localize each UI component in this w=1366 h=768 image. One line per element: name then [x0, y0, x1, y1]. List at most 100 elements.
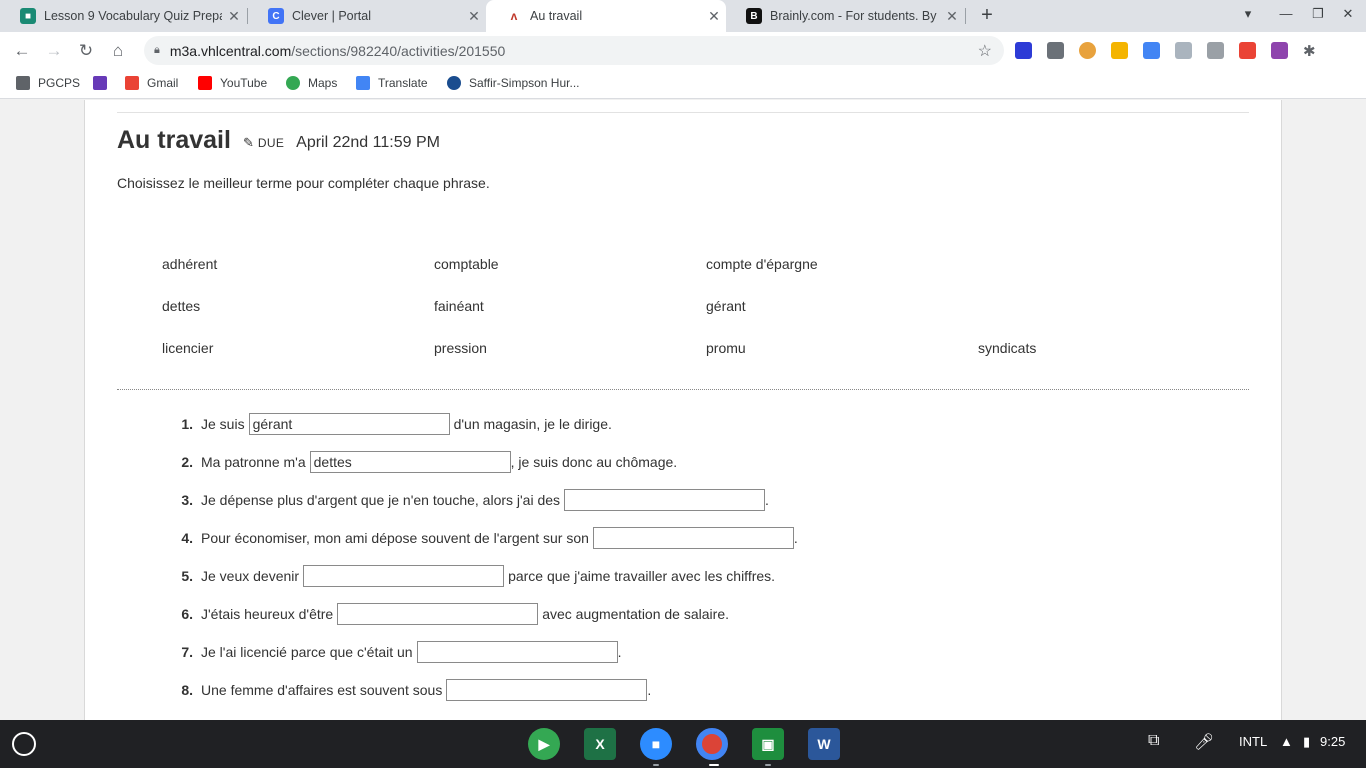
maximize-button[interactable]: ❐ — [1308, 6, 1328, 22]
lock-icon: 🔒︎ — [154, 44, 160, 56]
close-icon[interactable]: ✕ — [222, 8, 246, 25]
noaa-icon — [447, 76, 461, 90]
reload-icon[interactable]: ↻ — [75, 40, 97, 62]
question-row: 5. Je veux devenir parce que j'aime trav… — [171, 565, 775, 587]
answer-input[interactable] — [303, 565, 505, 587]
section-divider — [117, 389, 1249, 390]
word-icon[interactable]: W — [808, 728, 840, 760]
answer-input[interactable]: dettes — [309, 451, 511, 473]
bookmark-label: Saffir-Simpson Hur... — [469, 76, 580, 90]
tab-strip: ■ Lesson 9 Vocabulary Quiz Prepa ✕ C Cle… — [0, 0, 1366, 32]
bookmark-saffir-simpson[interactable]: Saffir-Simpson Hur... — [447, 76, 579, 90]
pencil-icon: ✎ — [243, 135, 254, 150]
question-number: 4. — [181, 530, 193, 546]
question-text-after: . — [617, 644, 622, 660]
address-bar[interactable]: 🔒︎ m3a.vhlcentral.com/sections/982240/ac… — [144, 36, 1004, 65]
word-bank-item: promu — [706, 340, 746, 356]
answer-input[interactable] — [337, 603, 539, 625]
word-bank-item: gérant — [706, 298, 746, 314]
answer-input[interactable] — [592, 527, 794, 549]
tab-au-travail[interactable]: ᴧ Au travail ✕ — [486, 0, 726, 32]
close-icon[interactable]: ✕ — [462, 8, 486, 25]
tab-clever[interactable]: C Clever | Portal ✕ — [248, 0, 486, 32]
play-store-icon[interactable]: ▶ — [528, 728, 560, 760]
holding-space-icon[interactable]: ⧉ — [1148, 732, 1159, 750]
extension-icon[interactable] — [1047, 42, 1064, 59]
tab-title: Au travail — [530, 9, 583, 23]
classroom-app-icon[interactable]: ▣ — [752, 728, 784, 760]
answer-input[interactable] — [446, 679, 648, 701]
question-text-after: . — [647, 682, 652, 698]
extension-icon[interactable] — [1271, 42, 1288, 59]
question-row: 6. J'étais heureux d'être avec augmentat… — [171, 603, 729, 625]
extension-icon[interactable] — [1207, 42, 1224, 59]
question-text-after: d'un magasin, je le dirige. — [453, 416, 612, 432]
word-bank-item: adhérent — [162, 256, 218, 272]
question-number: 6. — [181, 606, 193, 622]
close-icon[interactable]: ✕ — [940, 8, 964, 25]
word-bank-item: fainéant — [434, 298, 484, 314]
minimize-button[interactable]: — — [1276, 6, 1296, 21]
bookmarks-bar: PGCPS Gmail YouTube Maps Translate Saffi… — [0, 69, 1366, 99]
keyboard-layout[interactable]: INTL — [1239, 734, 1267, 749]
zoom-icon[interactable]: ■ — [640, 728, 672, 760]
clever-icon: C — [268, 8, 284, 24]
extension-icon[interactable] — [1239, 42, 1256, 59]
launcher-button[interactable] — [12, 732, 36, 756]
page-title: Au travail — [117, 126, 231, 154]
wifi-icon: ▲ — [1280, 734, 1293, 749]
question-text-after: parce que j'aime travailler avec les chi… — [508, 568, 776, 584]
bookmark-youtube[interactable]: YouTube — [198, 76, 267, 90]
word-bank-item: pression — [434, 340, 487, 356]
instruction-text: Choisissez le meilleur terme pour complé… — [117, 175, 490, 191]
new-tab-button[interactable]: + — [976, 4, 998, 28]
clever-extension-icon[interactable] — [1015, 42, 1032, 59]
chrome-icon[interactable] — [696, 728, 728, 760]
back-icon[interactable]: ← — [11, 40, 33, 62]
question-text-before: Je dépense plus d'argent que je n'en tou… — [201, 492, 561, 508]
tab-classroom[interactable]: ■ Lesson 9 Vocabulary Quiz Prepa ✕ — [0, 0, 246, 32]
question-text-before: Pour économiser, mon ami dépose souvent … — [201, 530, 589, 546]
tab-title: Clever | Portal — [292, 9, 371, 23]
folder-icon — [16, 76, 30, 90]
bookmark-translate[interactable]: Translate — [356, 76, 428, 90]
extension-on-icon[interactable] — [1079, 42, 1096, 59]
bookmark-gmail[interactable]: Gmail — [125, 76, 178, 90]
answer-input[interactable]: gérant — [248, 413, 450, 435]
bookmark-maps[interactable]: Maps — [286, 76, 337, 90]
excel-icon[interactable]: X — [584, 728, 616, 760]
question-text-before: Je suis — [201, 416, 245, 432]
translate-extension-icon[interactable] — [1143, 42, 1160, 59]
forward-icon[interactable]: → — [43, 40, 65, 62]
clock[interactable]: 9:25 — [1320, 734, 1345, 749]
microphone-icon[interactable]: 🎤︎ — [1194, 732, 1214, 752]
home-icon[interactable]: ⌂ — [107, 40, 129, 62]
due-label: DUE — [257, 136, 285, 150]
activity-card: Au travail ✎ DUE April 22nd 11:59 PM Cho… — [84, 100, 1282, 720]
bookmark-label: YouTube — [220, 76, 268, 90]
answer-input[interactable] — [416, 641, 618, 663]
divider — [117, 112, 1249, 113]
classroom-extension-icon[interactable] — [1111, 42, 1128, 59]
close-icon[interactable]: ✕ — [702, 8, 726, 25]
extension-icon[interactable] — [1175, 42, 1192, 59]
tab-search-icon[interactable]: ▾ — [1238, 6, 1258, 22]
bookmark-apps[interactable] — [93, 76, 115, 90]
due-date: April 22nd 11:59 PM — [296, 134, 440, 151]
star-icon[interactable]: ☆ — [978, 41, 992, 61]
tab-title: Brainly.com - For students. By st — [770, 9, 940, 23]
running-indicator — [653, 764, 659, 766]
classroom-icon: ■ — [20, 8, 36, 24]
bookmark-label: PGCPS — [38, 76, 81, 90]
question-text-before: Je veux devenir — [201, 568, 300, 584]
close-window-button[interactable]: ✕ — [1338, 6, 1358, 22]
tab-title: Lesson 9 Vocabulary Quiz Prepa — [44, 9, 222, 23]
question-number: 7. — [181, 644, 193, 660]
due-info: ✎ DUE April 22nd 11:59 PM — [243, 134, 440, 152]
tab-brainly[interactable]: B Brainly.com - For students. By st ✕ — [726, 0, 964, 32]
bookmark-pgcps[interactable]: PGCPS — [16, 76, 80, 90]
question-number: 3. — [181, 492, 193, 508]
question-text-before: Je l'ai licencié parce que c'était un — [201, 644, 413, 660]
answer-input[interactable] — [564, 489, 766, 511]
puzzle-icon[interactable]: ✱ — [1303, 42, 1320, 60]
